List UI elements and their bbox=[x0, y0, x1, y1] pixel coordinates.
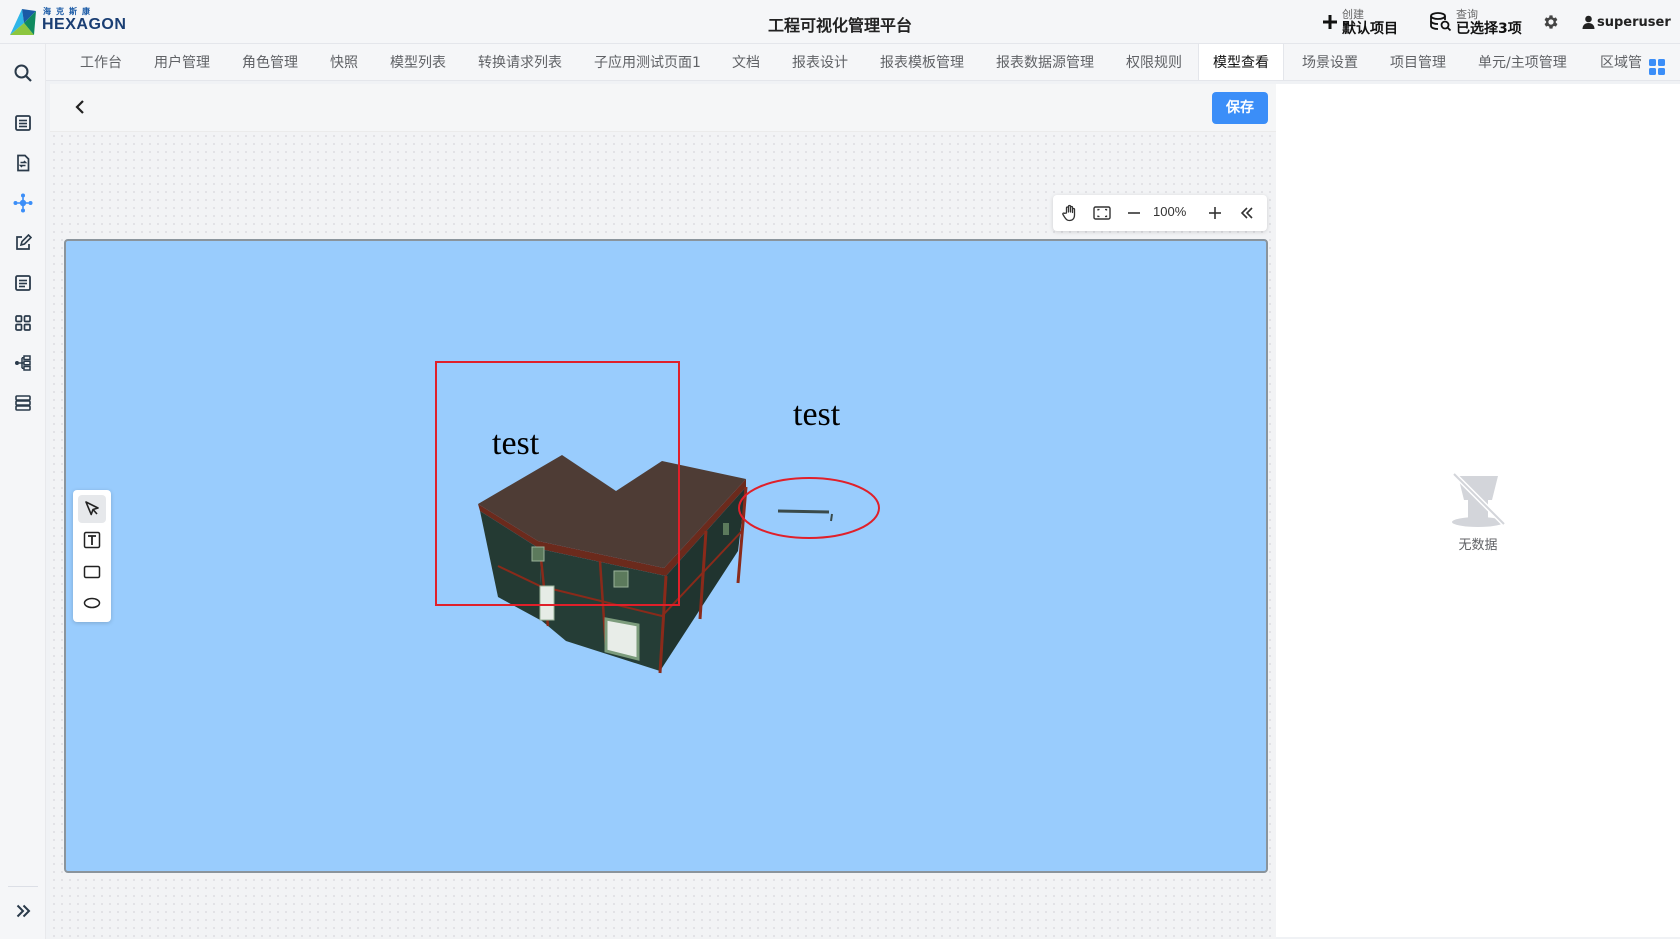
tab-snapshot[interactable]: 快照 bbox=[330, 44, 358, 80]
tab-role-management[interactable]: 角色管理 bbox=[242, 44, 298, 80]
fit-view-button[interactable] bbox=[1093, 204, 1111, 222]
sidebar-storage[interactable] bbox=[12, 392, 34, 414]
save-button[interactable]: 保存 bbox=[1212, 92, 1268, 124]
rectangle-markup-label[interactable]: test bbox=[492, 425, 540, 462]
model-viewport[interactable]: test test bbox=[64, 239, 1268, 873]
tab-area-management[interactable]: 区域管 bbox=[1600, 44, 1642, 80]
tab-unit-item-management[interactable]: 单元/主项管理 bbox=[1478, 44, 1567, 80]
plus-icon bbox=[1323, 15, 1337, 29]
empty-state-text: 无数据 bbox=[1458, 538, 1498, 553]
sidebar-tree[interactable] bbox=[12, 352, 34, 374]
ellipse-markup-tick bbox=[830, 513, 833, 522]
app-title: 工程可视化管理平台 bbox=[767, 16, 912, 35]
rectangle-tool-button[interactable] bbox=[78, 558, 106, 586]
rectangle-icon bbox=[83, 565, 101, 579]
select-tool-button[interactable] bbox=[78, 495, 106, 523]
apps-grid-icon bbox=[15, 315, 31, 331]
no-data-icon bbox=[1452, 472, 1506, 527]
document-transfer-icon bbox=[17, 154, 30, 172]
settings-button[interactable] bbox=[1542, 13, 1560, 31]
tab-report-templates[interactable]: 报表模板管理 bbox=[880, 44, 964, 80]
tab-user-management[interactable]: 用户管理 bbox=[154, 44, 210, 80]
tab-report-datasources[interactable]: 报表数据源管理 bbox=[996, 44, 1094, 80]
ellipse-icon bbox=[83, 597, 101, 609]
model-nodes-icon bbox=[13, 193, 33, 213]
user-icon bbox=[1582, 15, 1595, 29]
tab-documents[interactable]: 文档 bbox=[732, 44, 760, 80]
sidebar-apps[interactable] bbox=[12, 312, 34, 334]
create-caption: 创建 bbox=[1342, 7, 1364, 21]
search-icon bbox=[14, 64, 32, 82]
double-chevron-right-icon bbox=[16, 904, 31, 918]
query-selection-button[interactable]: 查询 已选择3项 bbox=[1430, 5, 1522, 39]
collapse-panel-button[interactable] bbox=[1238, 204, 1256, 222]
zoom-level: 100% bbox=[1153, 204, 1187, 219]
tab-permission-rules[interactable]: 权限规则 bbox=[1126, 44, 1182, 80]
database-search-icon bbox=[1430, 12, 1452, 32]
sidebar-divider bbox=[8, 886, 38, 887]
model-scene: test test bbox=[435, 361, 880, 674]
hexagon-logo[interactable]: 海克斯康 HEXAGON bbox=[8, 5, 126, 39]
hexagon-logo-mark-icon bbox=[10, 9, 36, 35]
selection-count: 已选择3项 bbox=[1456, 20, 1522, 37]
sidebar-report[interactable] bbox=[12, 272, 34, 294]
sidebar-expand-button[interactable] bbox=[12, 900, 34, 922]
hierarchy-icon bbox=[15, 355, 31, 371]
gear-icon bbox=[1544, 15, 1558, 29]
logo-english-text: HEXAGON bbox=[42, 16, 127, 33]
double-chevron-left-icon bbox=[1240, 207, 1253, 219]
ellipse-markup-stroke bbox=[777, 509, 830, 514]
current-project-name: 默认项目 bbox=[1342, 20, 1398, 37]
ellipse-tool-button[interactable] bbox=[78, 589, 106, 617]
sidebar-search[interactable] bbox=[12, 62, 34, 84]
back-button[interactable] bbox=[72, 99, 88, 115]
ellipse-markup-label[interactable]: test bbox=[793, 396, 841, 433]
zoom-toolbar: 100% bbox=[1053, 195, 1267, 231]
zoom-in-button[interactable] bbox=[1206, 204, 1224, 222]
sidebar-document[interactable] bbox=[12, 152, 34, 174]
storage-stack-icon bbox=[15, 395, 31, 411]
tab-bar: 工作台 用户管理 角色管理 快照 模型列表 转换请求列表 子应用测试页面1 文档… bbox=[46, 44, 1680, 81]
editor-top-toolbar bbox=[50, 84, 1276, 132]
tab-workbench[interactable]: 工作台 bbox=[80, 44, 122, 80]
tab-model-view[interactable]: 模型查看 bbox=[1198, 44, 1284, 80]
report-list-icon bbox=[15, 275, 31, 291]
user-menu[interactable]: superuser bbox=[1582, 13, 1671, 31]
properties-panel: 无数据 bbox=[1276, 84, 1680, 937]
tab-report-design[interactable]: 报表设计 bbox=[792, 44, 848, 80]
text-tool-button[interactable] bbox=[78, 526, 106, 554]
fit-screen-icon bbox=[1093, 206, 1111, 220]
tab-project-management[interactable]: 项目管理 bbox=[1390, 44, 1446, 80]
tabs-grid-icon bbox=[1649, 59, 1665, 75]
tabs-overview-button[interactable] bbox=[1648, 58, 1666, 76]
tab-scene-settings[interactable]: 场景设置 bbox=[1302, 44, 1358, 80]
pan-tool-button[interactable] bbox=[1061, 204, 1079, 222]
text-box-icon bbox=[83, 531, 101, 549]
username: superuser bbox=[1597, 14, 1671, 30]
left-sidebar bbox=[0, 44, 46, 939]
chevron-left-icon bbox=[75, 100, 84, 114]
zoom-out-button[interactable] bbox=[1125, 204, 1143, 222]
sidebar-model[interactable] bbox=[12, 192, 34, 214]
top-header: 海克斯康 HEXAGON 工程可视化管理平台 创建 默认项目 查询 已选择3项 bbox=[0, 0, 1680, 44]
cursor-arrow-icon bbox=[85, 501, 99, 516]
query-caption: 查询 bbox=[1456, 7, 1478, 21]
edit-icon bbox=[16, 234, 32, 250]
tab-model-list[interactable]: 模型列表 bbox=[390, 44, 446, 80]
plus-icon bbox=[1209, 207, 1221, 219]
markup-tool-palette bbox=[73, 490, 111, 622]
building-model[interactable] bbox=[478, 455, 748, 674]
tab-subapp-test-page[interactable]: 子应用测试页面1 bbox=[594, 44, 701, 80]
sidebar-list[interactable] bbox=[12, 112, 34, 134]
create-project-button[interactable]: 创建 默认项目 bbox=[1322, 5, 1398, 39]
ellipse-markup[interactable] bbox=[738, 477, 880, 539]
list-icon bbox=[15, 115, 31, 131]
hand-icon bbox=[1062, 204, 1076, 222]
sidebar-edit[interactable] bbox=[12, 232, 34, 254]
minus-icon bbox=[1128, 212, 1140, 214]
tab-conversion-requests[interactable]: 转换请求列表 bbox=[478, 44, 562, 80]
